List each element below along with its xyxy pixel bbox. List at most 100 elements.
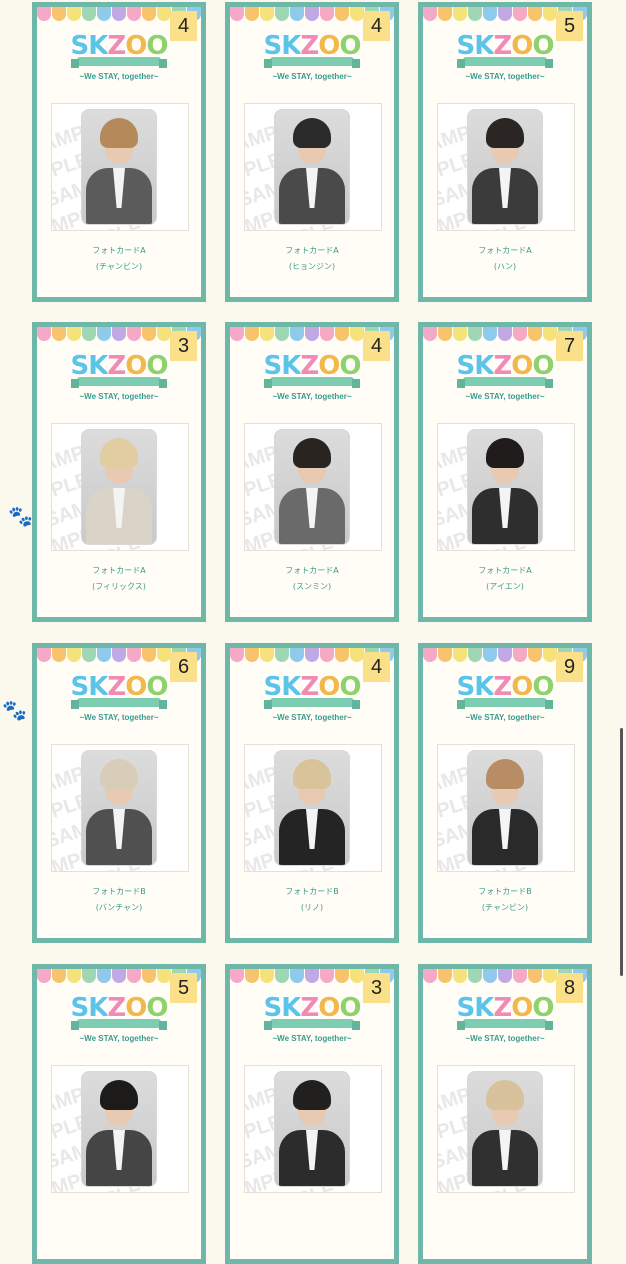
member-photo — [468, 110, 542, 224]
photocard-tile[interactable]: 6SKZOO~We STAY, together~SAMPLESAMPLESAM… — [32, 643, 206, 943]
member-name: (ハン) — [493, 262, 517, 271]
logo-ribbon — [457, 698, 553, 709]
paw-print-icon: 🐾 — [2, 698, 27, 722]
photo-hair — [486, 118, 524, 148]
photo-hair — [293, 438, 331, 468]
logo-ribbon — [264, 698, 360, 709]
photocard-tile[interactable]: 4SKZOO~We STAY, together~SAMPLESAMPLESAM… — [225, 643, 399, 943]
photo-hair — [486, 1080, 524, 1110]
member-name: (バンチャン) — [95, 903, 143, 912]
quantity-badge: 4 — [363, 11, 390, 41]
logo-tagline: ~We STAY, together~ — [465, 72, 545, 81]
photocard-tile[interactable]: 7SKZOO~We STAY, together~SAMPLESAMPLESAM… — [418, 322, 592, 622]
photo-frame: SAMPLESAMPLESAMPLESAMPLESAMPLE — [437, 423, 575, 551]
photo-frame: SAMPLESAMPLESAMPLESAMPLESAMPLE — [437, 1065, 575, 1193]
photocard-type: フォトカードA — [478, 246, 532, 255]
photo-hair — [100, 759, 138, 789]
photocard-label: フォトカードA (アイエン) — [423, 563, 587, 595]
logo-tagline: ~We STAY, together~ — [272, 392, 352, 401]
photocard-tile[interactable]: 3SKZOO~We STAY, together~SAMPLESAMPLESAM… — [225, 964, 399, 1264]
member-photo — [82, 430, 156, 544]
quantity-badge: 4 — [363, 652, 390, 682]
logo-tagline: ~We STAY, together~ — [79, 392, 159, 401]
photocard-tile[interactable]: 8SKZOO~We STAY, together~SAMPLESAMPLESAM… — [418, 964, 592, 1264]
photo-hair — [293, 1080, 331, 1110]
photo-hair — [293, 118, 331, 148]
photo-hair — [486, 438, 524, 468]
photocard-type: フォトカードB — [92, 887, 146, 896]
paw-print-icon: 🐾 — [8, 504, 33, 528]
member-name: (チャンビン) — [95, 262, 143, 271]
logo-tagline: ~We STAY, together~ — [465, 1034, 545, 1043]
photocard-tile[interactable]: 5SKZOO~We STAY, together~SAMPLESAMPLESAM… — [418, 2, 592, 302]
photocard-label: フォトカードA (スンミン) — [230, 563, 394, 595]
photocard-type: フォトカードA — [92, 566, 146, 575]
logo-tagline: ~We STAY, together~ — [465, 392, 545, 401]
logo-ribbon — [71, 1019, 167, 1030]
quantity-badge: 4 — [363, 331, 390, 361]
quantity-badge: 4 — [170, 11, 197, 41]
quantity-badge: 7 — [556, 331, 583, 361]
photocard-grid: 4SKZOO~We STAY, together~SAMPLESAMPLESAM… — [0, 0, 626, 1264]
logo-tagline: ~We STAY, together~ — [79, 1034, 159, 1043]
member-photo — [82, 751, 156, 865]
logo-ribbon — [457, 1019, 553, 1030]
photocard-tile[interactable]: 9SKZOO~We STAY, together~SAMPLESAMPLESAM… — [418, 643, 592, 943]
logo-ribbon — [71, 377, 167, 388]
quantity-badge: 9 — [556, 652, 583, 682]
photocard-label: フォトカードA (フィリックス) — [37, 563, 201, 595]
logo-ribbon — [457, 57, 553, 68]
logo-tagline: ~We STAY, together~ — [272, 72, 352, 81]
logo-ribbon — [71, 57, 167, 68]
quantity-badge: 5 — [556, 11, 583, 41]
member-name: (リノ) — [300, 903, 324, 912]
logo-tagline: ~We STAY, together~ — [79, 72, 159, 81]
member-photo — [275, 110, 349, 224]
photo-frame: SAMPLESAMPLESAMPLESAMPLESAMPLE — [437, 744, 575, 872]
photocard-tile[interactable]: 4SKZOO~We STAY, together~SAMPLESAMPLESAM… — [225, 322, 399, 622]
member-name: (ヒョンジン) — [288, 262, 336, 271]
logo-ribbon — [264, 57, 360, 68]
member-name: (チャンビン) — [481, 903, 529, 912]
photocard-type: フォトカードA — [92, 246, 146, 255]
member-name: (アイエン) — [486, 582, 524, 591]
logo-tagline: ~We STAY, together~ — [465, 713, 545, 722]
photocard-label: フォトカードA (ハン) — [423, 243, 587, 275]
quantity-badge: 3 — [170, 331, 197, 361]
member-photo — [275, 751, 349, 865]
member-photo — [275, 1072, 349, 1186]
scrollbar[interactable] — [620, 728, 623, 976]
photo-frame: SAMPLESAMPLESAMPLESAMPLESAMPLE — [51, 1065, 189, 1193]
photo-hair — [100, 118, 138, 148]
photo-frame: SAMPLESAMPLESAMPLESAMPLESAMPLE — [51, 103, 189, 231]
member-photo — [468, 430, 542, 544]
member-photo — [468, 1072, 542, 1186]
quantity-badge: 8 — [556, 973, 583, 1003]
photo-frame: SAMPLESAMPLESAMPLESAMPLESAMPLE — [244, 1065, 382, 1193]
photocard-type: フォトカードA — [285, 566, 339, 575]
logo-tagline: ~We STAY, together~ — [79, 713, 159, 722]
photo-hair — [100, 1080, 138, 1110]
logo-tagline: ~We STAY, together~ — [272, 1034, 352, 1043]
photo-hair — [293, 759, 331, 789]
member-photo — [275, 430, 349, 544]
photo-hair — [100, 438, 138, 468]
photo-frame: SAMPLESAMPLESAMPLESAMPLESAMPLE — [244, 423, 382, 551]
photocard-tile[interactable]: 4SKZOO~We STAY, together~SAMPLESAMPLESAM… — [32, 2, 206, 302]
photo-frame: SAMPLESAMPLESAMPLESAMPLESAMPLE — [244, 744, 382, 872]
quantity-badge: 3 — [363, 973, 390, 1003]
photocard-label: フォトカードB (リノ) — [230, 884, 394, 916]
photocard-tile[interactable]: 4SKZOO~We STAY, together~SAMPLESAMPLESAM… — [225, 2, 399, 302]
logo-ribbon — [71, 698, 167, 709]
photo-frame: SAMPLESAMPLESAMPLESAMPLESAMPLE — [51, 423, 189, 551]
photocard-tile[interactable]: 3SKZOO~We STAY, together~SAMPLESAMPLESAM… — [32, 322, 206, 622]
photo-frame: SAMPLESAMPLESAMPLESAMPLESAMPLE — [437, 103, 575, 231]
photocard-tile[interactable]: 5SKZOO~We STAY, together~SAMPLESAMPLESAM… — [32, 964, 206, 1264]
photocard-label: フォトカードB (チャンビン) — [423, 884, 587, 916]
photocard-type: フォトカードA — [285, 246, 339, 255]
photocard-type: フォトカードB — [285, 887, 339, 896]
member-photo — [468, 751, 542, 865]
member-name: (フィリックス) — [92, 582, 146, 591]
member-name: (スンミン) — [292, 582, 332, 591]
photocard-type: フォトカードA — [478, 566, 532, 575]
